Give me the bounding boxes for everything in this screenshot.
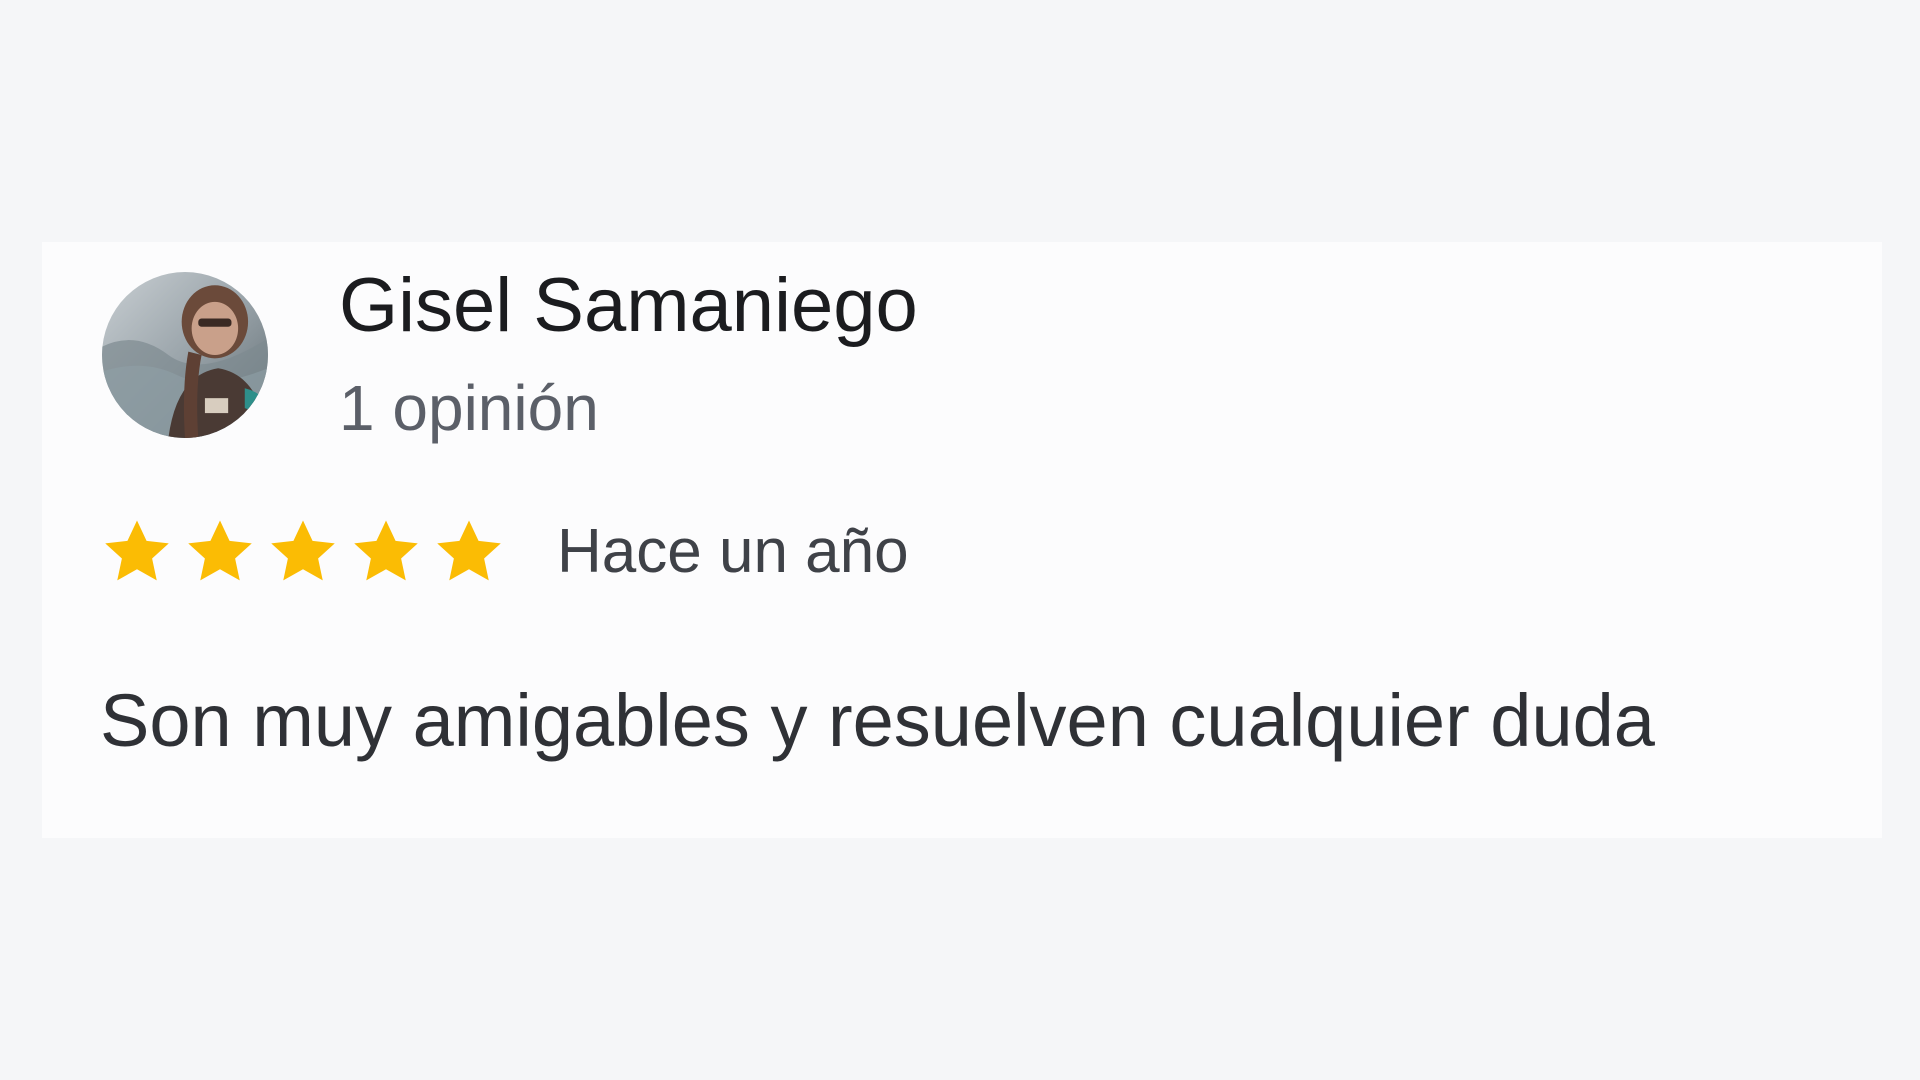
review-text: Son muy amigables y resuelven cualquier …	[100, 679, 1655, 762]
rating-row: Hace un año	[100, 512, 909, 592]
avatar-photo	[102, 272, 268, 438]
star-icon	[432, 515, 506, 589]
star-icon	[349, 515, 423, 589]
star-rating	[100, 515, 515, 589]
star-icon	[266, 515, 340, 589]
reviewer-avatar[interactable]	[102, 272, 268, 438]
star-icon	[183, 515, 257, 589]
reviewer-review-count[interactable]: 1 opinión	[339, 372, 599, 446]
review-card: Gisel Samaniego 1 opinión Hace un año So…	[42, 242, 1882, 838]
star-icon	[100, 515, 174, 589]
review-date: Hace un año	[557, 517, 909, 586]
reviewer-name[interactable]: Gisel Samaniego	[339, 262, 918, 349]
